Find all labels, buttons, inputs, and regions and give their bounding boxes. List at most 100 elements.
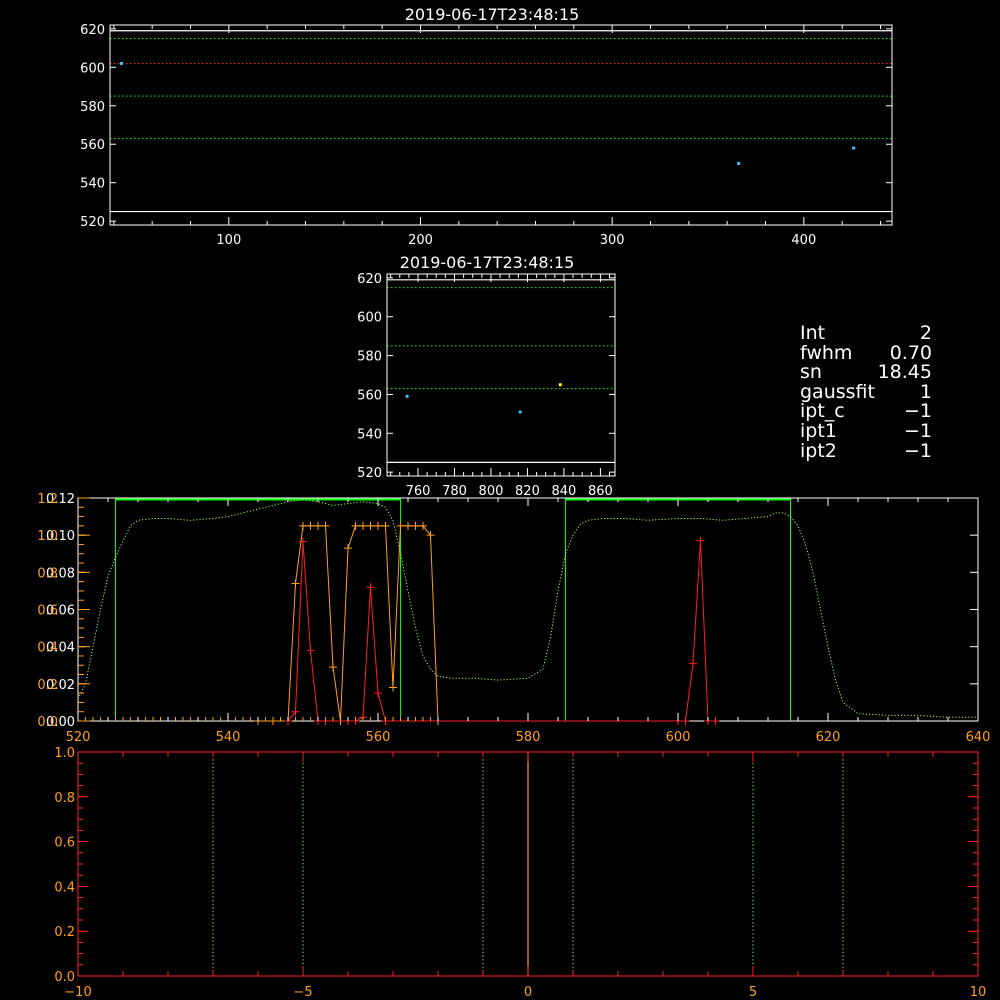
plus-marker: [381, 521, 390, 530]
y-tick-label-secondary: 0.8: [37, 566, 58, 581]
y-tick-label-secondary: 0.4: [37, 641, 58, 656]
x-tick-label: 800: [479, 484, 504, 499]
x-tick-label: −10: [64, 985, 91, 1000]
data-point: [120, 61, 123, 65]
plus-marker: [404, 521, 412, 530]
data-point: [852, 146, 856, 150]
y-tick-label: 600: [357, 311, 382, 326]
x-tick-label: 200: [408, 233, 433, 248]
plus-marker: [374, 521, 382, 530]
y-tick-label: 0.0: [54, 970, 75, 985]
plus-marker: [351, 521, 360, 530]
x-tick-label: 580: [516, 730, 541, 745]
y-tick-label-secondary: 1.0: [37, 529, 58, 544]
spectrum-panel: 0.000.020.040.060.080.100.120.00.20.40.6…: [37, 492, 990, 745]
y-tick-label: 580: [357, 350, 382, 365]
info-row-sn: sn 18.45: [800, 363, 932, 383]
data-point: [558, 383, 562, 387]
x-tick-label: 300: [600, 233, 625, 248]
data-point: [737, 161, 741, 165]
plus-marker: [411, 521, 420, 530]
x-tick-label: 10: [970, 985, 987, 1000]
info-value: −1: [903, 419, 932, 442]
y-tick-label: 580: [80, 100, 105, 115]
y-tick-label: 560: [80, 138, 105, 153]
plus-marker: [689, 659, 697, 668]
info-row-ipt1: ipt1 −1: [800, 419, 932, 442]
info-key: ipt2: [800, 439, 837, 462]
y-tick-label: 540: [357, 427, 382, 442]
data-point: [405, 394, 409, 398]
plus-marker: [396, 521, 405, 530]
x-tick-label: 640: [966, 730, 991, 745]
y-tick-label: 600: [80, 61, 105, 76]
x-tick-label: 840: [552, 484, 577, 499]
y-tick-label: 620: [80, 23, 105, 38]
spectrum-series-line: [258, 525, 439, 722]
x-tick-label: 760: [406, 484, 431, 499]
plus-marker: [681, 717, 690, 725]
plus-marker: [314, 521, 322, 530]
plus-marker: [306, 521, 315, 530]
y-tick-label-secondary: 0.6: [37, 604, 58, 619]
y-tick-label-secondary: 1.2: [37, 492, 58, 507]
plus-marker: [366, 583, 375, 592]
plus-marker: [359, 521, 367, 530]
plus-marker: [374, 689, 382, 698]
y-tick-label: 560: [357, 388, 382, 403]
y-tick-label: 520: [80, 215, 105, 230]
info-value: 2: [919, 322, 932, 344]
offset-panel: 0.0 0.2 0.4 0.6 0.8 1.0 −10 −5 0 5 10: [54, 746, 986, 1000]
plus-marker: [291, 579, 300, 588]
x-tick-label: 820: [515, 484, 540, 499]
y-tick-label: 620: [357, 272, 382, 287]
plus-marker: [299, 521, 307, 530]
x-tick-label: 400: [791, 233, 816, 248]
x-tick-label: −5: [293, 985, 312, 1000]
x-tick-label: 0: [524, 985, 532, 1000]
info-key: ipt1: [800, 419, 837, 442]
plus-marker: [389, 683, 397, 692]
middle-scatter-panel: 2019-06-17T23:48:15 520 540 560 580 600 620 76…: [357, 253, 616, 499]
info-key: Int: [800, 322, 826, 344]
x-tick-label: 860: [588, 484, 613, 499]
plot-frame: [109, 24, 893, 226]
x-tick-label: 540: [216, 730, 241, 745]
figure-canvas: 2019-06-17T23:48:15 52054056058060062010…: [37, 5, 990, 1000]
y-tick-label: 1.0: [54, 746, 75, 761]
info-value: −1: [903, 439, 932, 462]
y-tick-label: 520: [357, 466, 382, 481]
x-tick-label: 780: [442, 484, 467, 499]
info-value: 18.45: [877, 361, 932, 384]
x-tick-label: 600: [666, 730, 691, 745]
y-tick-label: 0.2: [54, 925, 75, 940]
plot-frame: [77, 497, 979, 722]
plus-marker: [321, 521, 330, 530]
data-point: [518, 410, 522, 414]
top-panel-title: 2019-06-17T23:48:15: [405, 5, 580, 24]
x-tick-label: 560: [366, 730, 391, 745]
x-tick-label: 100: [216, 233, 241, 248]
info-row-int: Int 2: [800, 322, 932, 344]
plus-marker: [306, 646, 315, 655]
plus-marker: [696, 536, 705, 545]
y-tick-label: 0.8: [54, 791, 75, 806]
top-scatter-panel: 2019-06-17T23:48:15 520 540 560 580 600 620 10…: [80, 5, 893, 248]
info-row-ipt2: ipt2 −1: [800, 439, 932, 462]
x-tick-label: 520: [66, 730, 91, 745]
x-tick-label: 620: [816, 730, 841, 745]
y-tick-label: 0.4: [54, 880, 75, 895]
y-tick-label-secondary: 0.0: [37, 715, 58, 730]
y-tick-label: 540: [80, 177, 105, 192]
y-tick-label: 0.6: [54, 836, 75, 851]
x-tick-label: 5: [749, 985, 757, 1000]
middle-panel-title: 2019-06-17T23:48:15: [400, 253, 575, 272]
plus-marker: [344, 544, 352, 553]
spectrum-series-line: [77, 499, 978, 718]
plus-marker: [329, 663, 337, 672]
plot-frame: [386, 273, 616, 477]
info-key: sn: [800, 361, 822, 384]
plus-marker: [366, 521, 375, 530]
plus-marker: [711, 717, 720, 725]
fit-info-box: Int 2 fwhm 0.70 sn 18.45 gaussfit 1 ipt_c −1 …: [800, 322, 932, 462]
